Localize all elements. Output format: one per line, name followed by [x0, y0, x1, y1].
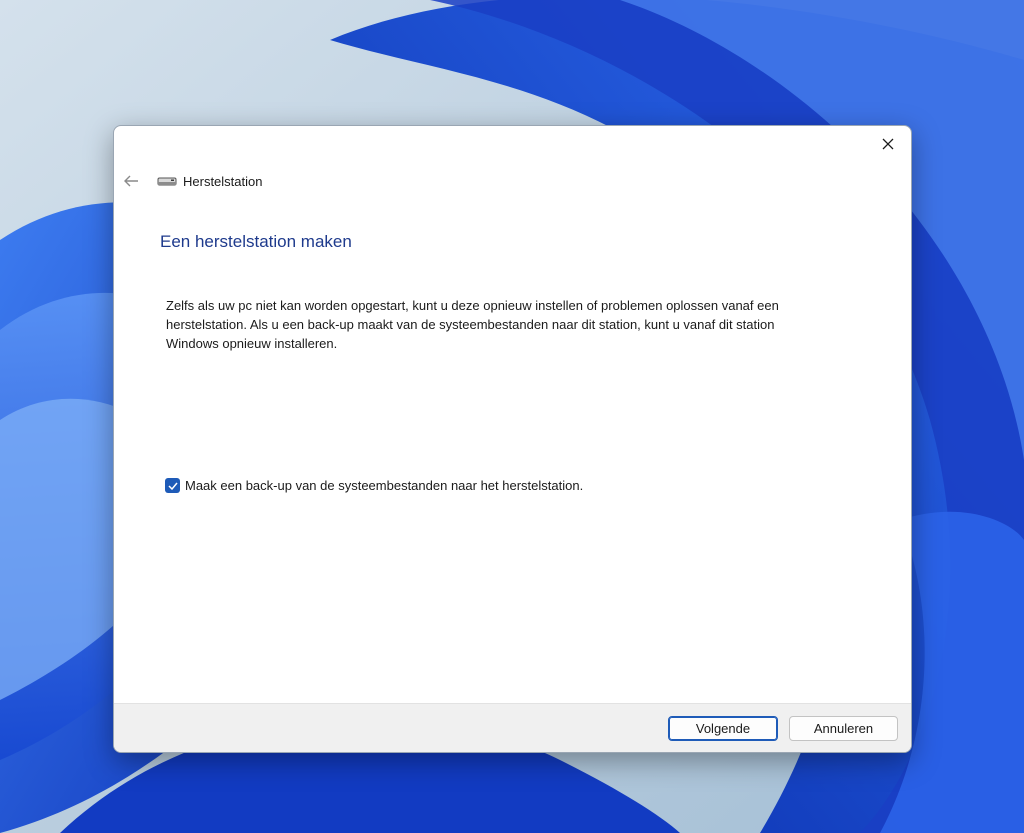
description-text: Zelfs als uw pc niet kan worden opgestar…	[166, 298, 779, 351]
checkmark-icon	[167, 482, 178, 490]
drive-icon	[157, 177, 177, 186]
title-bar: Herstelstation	[157, 172, 262, 190]
backup-system-files-option[interactable]: Maak een back-up van de systeembestanden…	[165, 478, 583, 493]
next-button[interactable]: Volgende	[668, 716, 778, 741]
backup-system-files-checkbox[interactable]	[165, 478, 180, 493]
close-icon	[882, 138, 894, 150]
recovery-drive-dialog: Herstelstation Een herstelstation maken …	[113, 125, 912, 753]
backup-system-files-label: Maak een back-up van de systeembestanden…	[185, 478, 584, 493]
dialog-footer: Volgende Annuleren	[114, 703, 911, 752]
close-button[interactable]	[871, 130, 905, 158]
cancel-button[interactable]: Annuleren	[789, 716, 898, 741]
page-heading: Een herstelstation maken	[160, 232, 352, 251]
window-title: Herstelstation	[183, 173, 263, 189]
back-button[interactable]	[120, 170, 142, 192]
arrow-left-icon	[124, 175, 138, 187]
